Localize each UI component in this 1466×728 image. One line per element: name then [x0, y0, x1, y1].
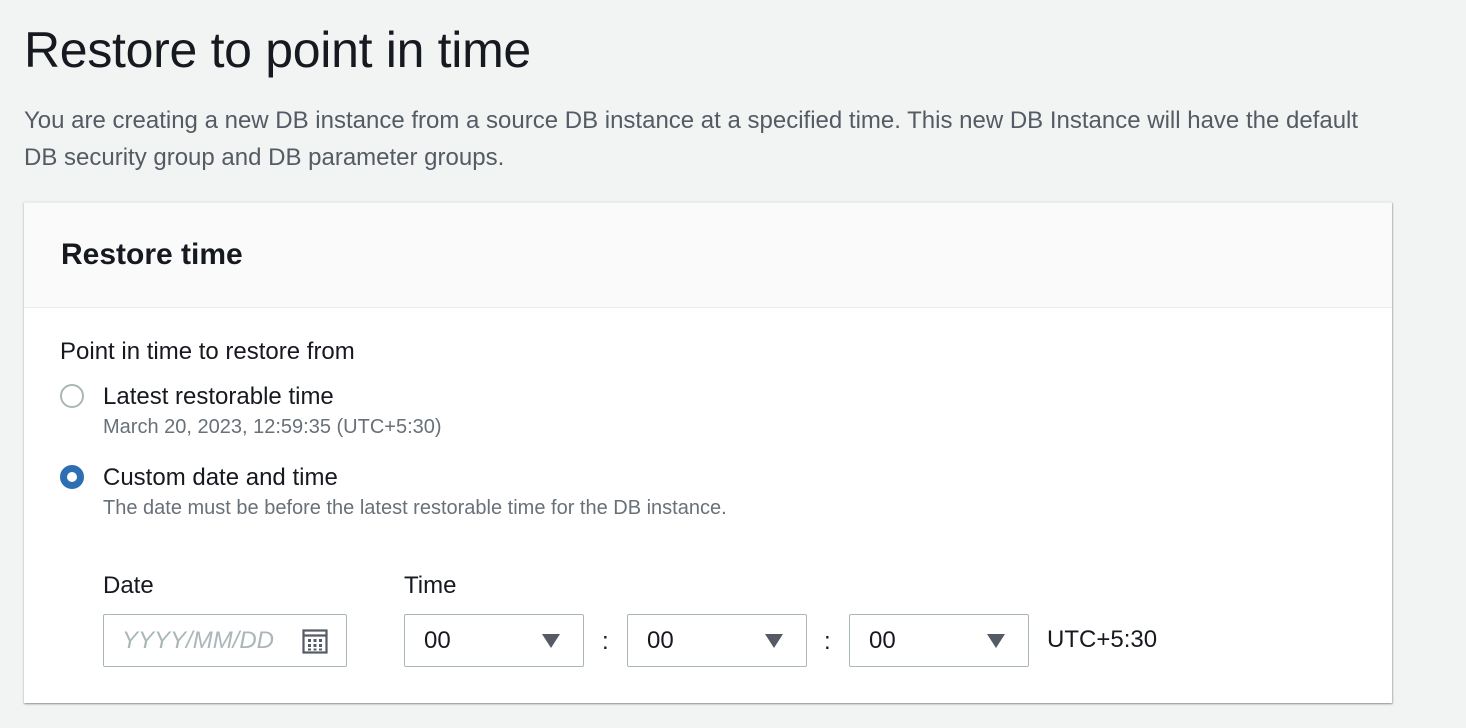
- date-input[interactable]: [104, 615, 294, 666]
- restore-point-label: Point in time to restore from: [60, 338, 355, 365]
- radio-option-custom[interactable]: Custom date and time The date must be be…: [60, 463, 727, 522]
- time-separator: :: [602, 628, 609, 655]
- panel-header: Restore time: [24, 203, 1392, 308]
- latest-restorable-timestamp: March 20, 2023, 12:59:35 (UTC+5:30): [103, 416, 442, 438]
- time-label: Time: [404, 572, 457, 599]
- time-separator: :: [824, 628, 831, 655]
- radio-label-latest: Latest restorable time: [103, 383, 334, 410]
- page-title: Restore to point in time: [24, 22, 531, 78]
- restore-page: Restore to point in time You are creatin…: [0, 0, 1466, 728]
- minute-value: 00: [647, 627, 674, 654]
- panel-title: Restore time: [61, 238, 243, 271]
- date-field[interactable]: [103, 614, 347, 667]
- second-select[interactable]: 00: [849, 614, 1029, 667]
- timezone-label: UTC+5:30: [1047, 626, 1158, 653]
- second-value: 00: [869, 627, 896, 654]
- restore-time-panel: Restore time Point in time to restore fr…: [24, 202, 1392, 703]
- hour-value: 00: [424, 627, 451, 654]
- caret-down-icon: [542, 634, 560, 648]
- minute-select[interactable]: 00: [627, 614, 807, 667]
- caret-down-icon: [765, 634, 783, 648]
- radio-label-custom: Custom date and time: [103, 464, 338, 491]
- calendar-icon[interactable]: [302, 628, 328, 654]
- caret-down-icon: [987, 634, 1005, 648]
- hour-select[interactable]: 00: [404, 614, 584, 667]
- radio-button-latest[interactable]: [60, 384, 84, 408]
- radio-button-custom[interactable]: [60, 465, 84, 489]
- radio-option-latest[interactable]: Latest restorable time March 20, 2023, 1…: [60, 382, 442, 441]
- date-label: Date: [103, 572, 154, 599]
- page-description: You are creating a new DB instance from …: [24, 107, 1359, 171]
- radio-description-custom: The date must be before the latest resto…: [103, 497, 727, 519]
